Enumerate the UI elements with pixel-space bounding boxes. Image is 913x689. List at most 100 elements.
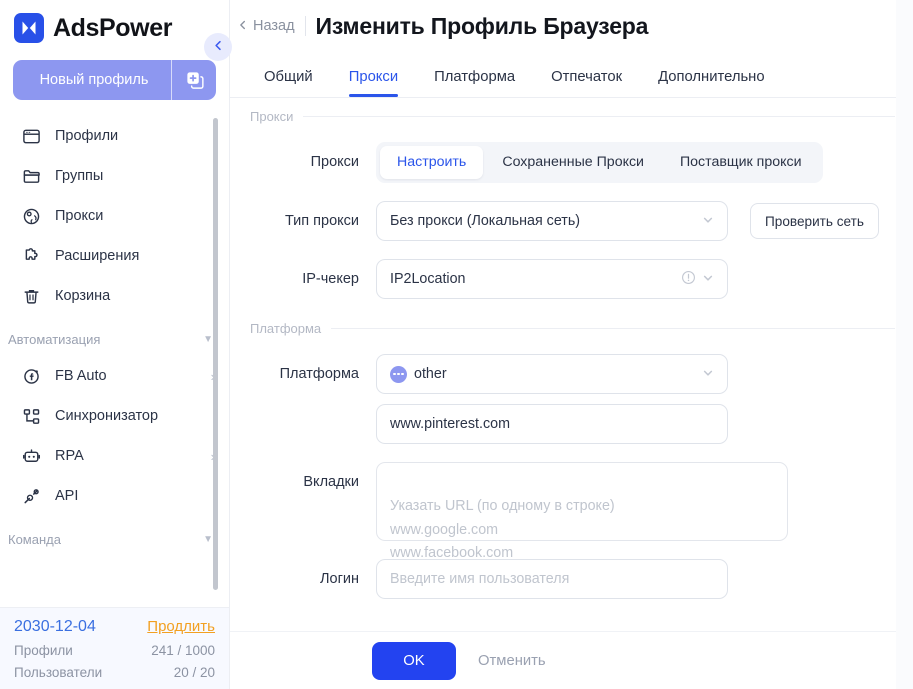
check-network-button[interactable]: Проверить сеть — [750, 203, 879, 239]
sync-nodes-icon — [20, 405, 42, 427]
page-title: Изменить Профиль Браузера — [315, 12, 649, 39]
ip-checker-value: IP2Location — [390, 271, 466, 287]
sidebar-group-team[interactable]: Команда ▼ — [0, 522, 229, 556]
row-label: IP-чекер — [302, 271, 359, 287]
proxy-mode-segmented: Настроить Сохраненные Прокси Поставщик п… — [376, 142, 823, 183]
sidebar-item-profiles[interactable]: Профили — [0, 116, 229, 156]
segment-configure[interactable]: Настроить — [380, 146, 484, 179]
sidebar-item-label: FB Auto — [55, 368, 107, 384]
row-proxy-type: Тип прокси Без прокси (Локальная сеть) П… — [246, 183, 897, 241]
chevron-left-icon — [213, 38, 224, 56]
exclamation-circle-icon[interactable] — [681, 270, 696, 289]
profiles-quota-label: Профили — [14, 643, 73, 658]
row-label: Платформа — [279, 366, 359, 382]
platform-url-input[interactable]: www.pinterest.com — [376, 404, 728, 444]
row-label: Тип прокси — [284, 213, 359, 229]
subscription-row: 2030-12-04 Продлить — [14, 618, 215, 636]
segment-proxy-provider[interactable]: Поставщик прокси — [663, 146, 819, 179]
proxy-type-select[interactable]: Без прокси (Локальная сеть) — [376, 201, 728, 241]
sidebar-collapse-button[interactable] — [204, 33, 232, 61]
sidebar-item-groups[interactable]: Группы — [0, 156, 229, 196]
sidebar-item-extensions[interactable]: Расширения — [0, 236, 229, 276]
api-plug-icon — [20, 485, 42, 507]
new-profile-wrap: Новый профиль — [0, 56, 229, 110]
sidebar-item-label: Расширения — [55, 248, 140, 264]
tab-proxy[interactable]: Прокси — [331, 69, 416, 97]
sidebar-item-api[interactable]: API — [0, 476, 229, 516]
back-label: Назад — [253, 18, 295, 34]
row-proxy-mode: Прокси Настроить Сохраненные Прокси Пост… — [246, 124, 897, 183]
renew-link[interactable]: Продлить — [147, 618, 215, 635]
platform-other-icon — [390, 365, 407, 383]
sidebar-item-rpa[interactable]: RPA › — [0, 436, 229, 476]
row-ip-checker: IP-чекер IP2Location — [246, 241, 897, 299]
new-profile-button[interactable]: Новый профиль — [13, 60, 216, 100]
tab-bar: Общий Прокси Платформа Отпечаток Дополни… — [230, 52, 913, 98]
sidebar-item-label: Корзина — [55, 288, 111, 304]
section-title: Платформа — [250, 321, 322, 336]
tab-platform[interactable]: Платформа — [416, 69, 533, 97]
sidebar-item-fb-auto[interactable]: FB Auto › — [0, 356, 229, 396]
platform-value: other — [414, 366, 447, 382]
back-button[interactable]: Назад — [238, 18, 295, 34]
expiry-date: 2030-12-04 — [14, 618, 96, 635]
page-header: Назад Изменить Профиль Браузера — [230, 0, 913, 52]
platform-select[interactable]: other — [376, 354, 728, 394]
row-tabs: Вкладки Указать URL (по одному в строке)… — [246, 444, 897, 561]
section-title: Прокси — [250, 109, 294, 124]
sidebar-item-label: Синхронизатор — [55, 408, 159, 424]
sidebar-item-label: Группы — [55, 168, 104, 184]
sidebar-item-label: Прокси — [55, 208, 104, 224]
sidebar-footer: 2030-12-04 Продлить Профили 241 / 1000 П… — [0, 607, 229, 689]
row-platform: Платформа other www.pinterest.com — [246, 336, 897, 444]
chevron-down-icon — [702, 367, 714, 382]
adspower-logo-icon — [14, 13, 44, 43]
form-actions: OK Отменить — [230, 631, 913, 689]
chevron-down-icon: ▼ — [203, 333, 213, 345]
users-quota-row: Пользователи 20 / 20 — [14, 665, 215, 680]
row-label: Прокси — [310, 154, 359, 170]
sidebar-item-trash[interactable]: Корзина — [0, 276, 229, 316]
sidebar-item-proxy[interactable]: Прокси — [0, 196, 229, 236]
segment-saved-proxy[interactable]: Сохраненные Прокси — [485, 146, 661, 179]
chevron-down-icon — [702, 272, 714, 287]
sidebar-item-synchronizer[interactable]: Синхронизатор — [0, 396, 229, 436]
profiles-quota-row: Профили 241 / 1000 — [14, 643, 215, 658]
platform-url-value: www.pinterest.com — [390, 416, 510, 432]
ip-checker-select[interactable]: IP2Location — [376, 259, 728, 299]
tab-fingerprint[interactable]: Отпечаток — [533, 69, 640, 97]
sidebar-item-label: RPA — [55, 448, 84, 464]
ok-button[interactable]: OK — [372, 641, 456, 680]
add-profile-icon[interactable] — [172, 71, 216, 90]
row-login: Логин Введите имя пользователя — [246, 541, 897, 599]
form-content: Прокси Прокси Настроить Сохраненные Прок… — [230, 98, 913, 689]
app-root: AdsPower Новый профиль Профили Группы Пр… — [0, 0, 913, 689]
folder-icon — [20, 165, 42, 187]
cancel-button[interactable]: Отменить — [466, 642, 558, 680]
tab-advanced[interactable]: Дополнительно — [640, 69, 783, 97]
sidebar-group-title: Автоматизация — [8, 331, 101, 347]
sidebar: AdsPower Новый профиль Профили Группы Пр… — [0, 0, 230, 689]
proxy-type-value: Без прокси (Локальная сеть) — [390, 213, 581, 229]
right-edge-strip — [896, 0, 913, 689]
users-quota-value: 20 / 20 — [173, 665, 215, 680]
divider — [331, 328, 895, 329]
profiles-quota-value: 241 / 1000 — [151, 643, 215, 658]
new-profile-label: Новый профиль — [39, 72, 149, 88]
brand-name: AdsPower — [53, 13, 173, 42]
row-label: Вкладки — [303, 474, 359, 490]
sidebar-group-title: Команда — [8, 531, 61, 547]
sidebar-scrollbar[interactable] — [213, 118, 218, 590]
tabs-textarea[interactable]: Указать URL (по одному в строке) www.goo… — [376, 462, 788, 561]
puzzle-piece-icon — [20, 245, 42, 267]
sidebar-item-label: Профили — [55, 128, 119, 144]
users-quota-label: Пользователи — [14, 665, 103, 680]
trash-icon — [20, 285, 42, 307]
divider — [303, 116, 895, 117]
facebook-auto-icon — [20, 365, 42, 387]
login-placeholder: Введите имя пользователя — [390, 571, 570, 587]
sidebar-group-automation[interactable]: Автоматизация ▼ — [0, 322, 229, 356]
tab-general[interactable]: Общий — [246, 69, 331, 97]
section-header-proxy: Прокси — [246, 98, 897, 124]
login-input[interactable]: Введите имя пользователя — [376, 559, 728, 599]
